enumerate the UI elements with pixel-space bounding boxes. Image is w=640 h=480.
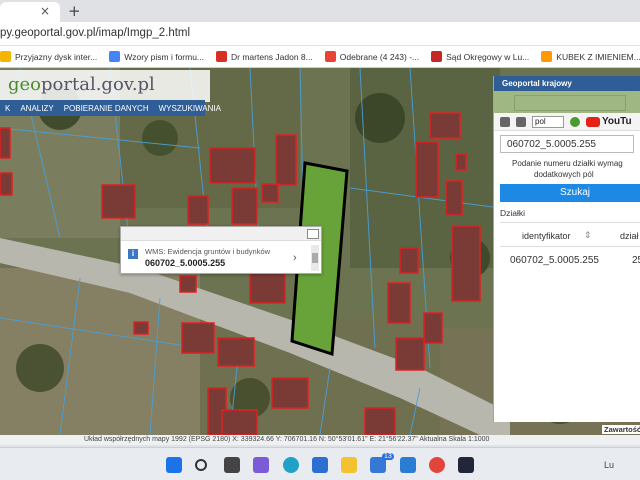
- chat-icon[interactable]: [253, 457, 269, 473]
- bookmark-3[interactable]: Dr martens Jadon 8...: [216, 51, 313, 62]
- popup-scrollbar[interactable]: [311, 245, 319, 271]
- nav-item-0[interactable]: K: [5, 104, 10, 113]
- tray-text: Lu: [604, 460, 615, 470]
- tab-close-icon[interactable]: ×: [40, 4, 50, 18]
- bookmark-1[interactable]: Przyjazny dysk inter...: [0, 51, 97, 62]
- table-header: identyfikator ⇕ dział: [500, 223, 640, 247]
- new-tab-button[interactable]: +: [68, 2, 81, 20]
- bookmark-label: Odebrane (4 243) -...: [339, 51, 420, 62]
- office-icon[interactable]: [400, 457, 416, 473]
- logo-suffix: portal.gov.pl: [41, 74, 155, 95]
- search-icon[interactable]: [195, 459, 207, 471]
- row-identifier: 060702_5.0005.255: [510, 255, 599, 266]
- bookmark-5[interactable]: Sąd Okręgowy w Lu...: [431, 51, 529, 62]
- file-explorer-icon[interactable]: [341, 457, 357, 473]
- results-table: identyfikator ⇕ dział 060702_5.0005.255 …: [500, 222, 640, 273]
- column-identyfikator[interactable]: identyfikator: [522, 231, 571, 241]
- nav-item-pobieranie[interactable]: POBIERANIE DANYCH: [64, 104, 149, 113]
- gmail-icon: [324, 51, 336, 62]
- geoportal-nav: K ANALIZY POBIERANIE DANYCH WYSZUKIWANIA: [0, 100, 221, 116]
- results-section-label: Działki: [500, 208, 526, 218]
- parcel-search-input[interactable]: 060702_5.0005.255: [500, 135, 634, 153]
- drive-icon: [0, 51, 11, 62]
- task-view-icon[interactable]: [224, 457, 240, 473]
- minimize-icon[interactable]: [307, 229, 319, 239]
- search-panel: Geoportal krajowy pol YouTu 060702_5.000…: [493, 76, 640, 422]
- logo-prefix: geo: [8, 74, 42, 95]
- language-select[interactable]: pol: [532, 115, 564, 128]
- content-button[interactable]: Zawartość: [602, 425, 640, 434]
- youtube-icon: [586, 116, 600, 127]
- geoportal-logo[interactable]: geoportal.gov.pl: [0, 70, 210, 102]
- amazon-icon: [541, 51, 553, 62]
- grid-icon[interactable]: [516, 116, 526, 127]
- print-icon[interactable]: [500, 116, 510, 127]
- info-icon: i: [128, 249, 138, 259]
- search-hint: Podanie numeru działki wymag dodatkowych…: [512, 159, 623, 179]
- panel-toolbar: pol YouTu: [494, 113, 640, 131]
- bookmark-2[interactable]: Wzory pism i formu...: [109, 51, 204, 62]
- popup-layer-name: WMS: Ewidencja gruntów i budynków: [145, 247, 271, 256]
- bookmark-label: Sąd Okręgowy w Lu...: [446, 51, 530, 62]
- overview-minimap[interactable]: [494, 91, 640, 113]
- court-icon: [431, 51, 443, 62]
- store-icon[interactable]: [312, 457, 328, 473]
- bookmark-6[interactable]: KUBEK Z IMIENIEM...: [541, 51, 640, 62]
- mail-badge: 13: [382, 453, 394, 460]
- browser-tab[interactable]: ×: [0, 2, 60, 22]
- taskbar: 13 Lu: [0, 447, 640, 480]
- shop-icon: [216, 51, 228, 62]
- identify-popup[interactable]: i WMS: Ewidencja gruntów i budynków 0607…: [120, 226, 322, 274]
- edge-icon[interactable]: [283, 457, 299, 473]
- search-button[interactable]: Szukaj: [500, 184, 640, 202]
- popup-parcel-id[interactable]: 060702_5.0005.255: [145, 258, 225, 268]
- sort-icon[interactable]: ⇕: [584, 230, 592, 241]
- column-dzialka[interactable]: dział: [620, 231, 639, 241]
- chevron-right-icon[interactable]: ›: [293, 252, 297, 264]
- nav-item-wyszukiwania[interactable]: WYSZUKIWANIA: [159, 104, 221, 113]
- address-bar[interactable]: py.geoportal.gov.pl/imap/Imgp_2.html: [0, 22, 640, 46]
- document-icon: [109, 51, 121, 62]
- play-icon[interactable]: [570, 116, 580, 127]
- row-value: 25: [632, 255, 640, 266]
- url-text[interactable]: py.geoportal.gov.pl/imap/Imgp_2.html: [0, 27, 190, 39]
- tab-strip: × +: [0, 0, 640, 22]
- bookmarks-bar: Przyjazny dysk inter... Wzory pism i for…: [0, 46, 640, 68]
- popup-header: [121, 227, 321, 241]
- bookmark-label: Wzory pism i formu...: [124, 51, 205, 62]
- windows-start-icon[interactable]: [166, 457, 182, 473]
- app-icon[interactable]: [458, 457, 474, 473]
- bookmark-4[interactable]: Odebrane (4 243) -...: [324, 51, 420, 62]
- bookmark-label: Przyjazny dysk inter...: [15, 51, 98, 62]
- bookmark-label: Dr martens Jadon 8...: [231, 51, 313, 62]
- chrome-icon[interactable]: [429, 457, 445, 473]
- bookmark-label: KUBEK Z IMIENIEM...: [556, 51, 640, 62]
- nav-item-analizy[interactable]: ANALIZY: [20, 104, 53, 113]
- coordinate-status: Układ współrzędnych mapy 1992 (EPSG 2180…: [0, 435, 640, 445]
- table-row[interactable]: 060702_5.0005.255 25: [500, 247, 640, 273]
- youtube-link[interactable]: YouTu: [586, 116, 632, 127]
- panel-title: Geoportal krajowy: [494, 76, 640, 91]
